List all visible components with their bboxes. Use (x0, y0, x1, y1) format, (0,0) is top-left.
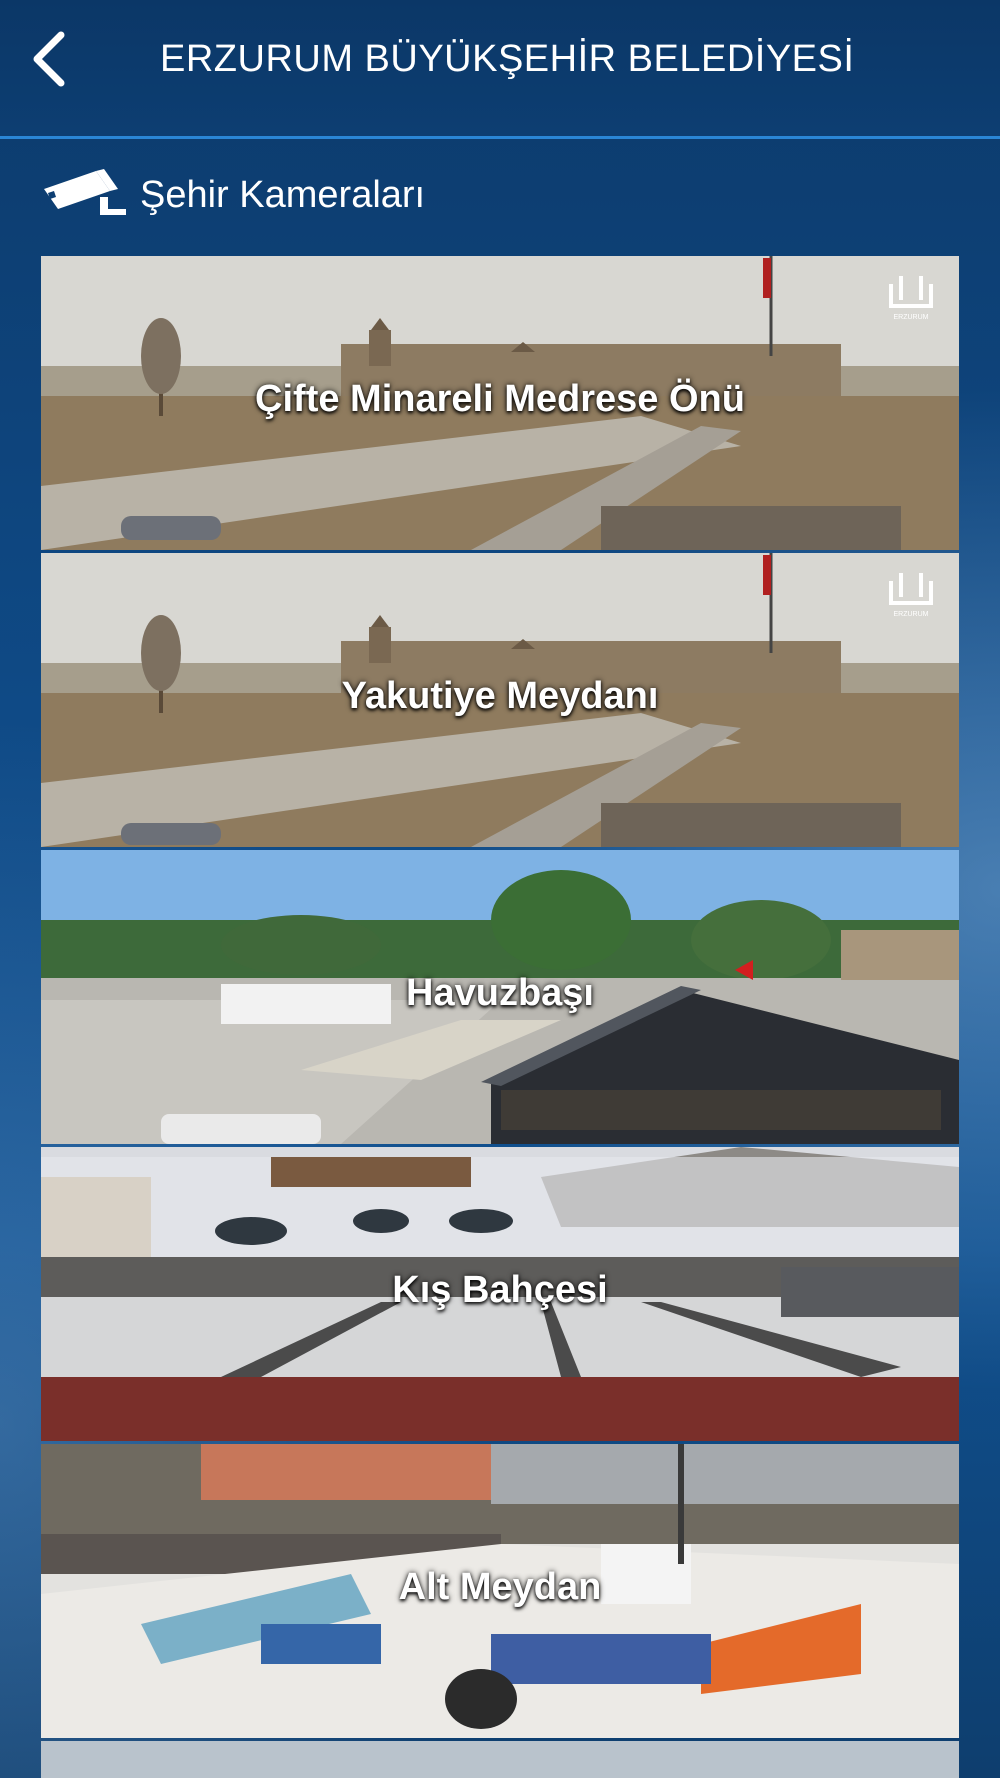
chevron-left-icon (33, 31, 65, 87)
camera-label: Havuzbaşı (406, 972, 594, 1014)
erzurum-logo-icon: ERZURUM (889, 276, 933, 321)
section-title: Şehir Kameraları (140, 173, 426, 216)
next-camera-tile-partial[interactable] (41, 1741, 959, 1778)
camera-label: Yakutiye Meydanı (341, 675, 659, 717)
page-title: ERZURUM BÜYÜKŞEHİR BELEDİYESİ (160, 38, 855, 80)
camera-tile-havuzbasi[interactable]: Havuzbaşı (41, 850, 959, 1144)
camera-label: Alt Meydan (398, 1566, 602, 1608)
security-camera-icon (44, 169, 126, 215)
camera-label: Çifte Minareli Medrese Önü (255, 378, 745, 420)
erzurum-logo-icon: ERZURUM (889, 573, 933, 618)
camera-tile-kis-bahcesi[interactable]: Kış Bahçesi (41, 1147, 959, 1441)
camera-label: Kış Bahçesi (392, 1269, 608, 1311)
top-bar: ERZURUM BÜYÜKŞEHİR BELEDİYESİ (0, 0, 1000, 139)
logo-text: ERZURUM (894, 314, 929, 321)
camera-tile-yakutiye[interactable]: ERZURUM Yakutiye Meydanı (41, 553, 959, 847)
logo-text: ERZURUM (894, 611, 929, 618)
camera-tile-alt-meydan[interactable]: Alt Meydan (41, 1444, 959, 1738)
camera-tile-cifte-minareli[interactable]: ERZURUM Çifte Minareli Medrese Önü (41, 256, 959, 550)
back-button[interactable] (14, 24, 84, 94)
camera-list[interactable]: ERZURUM Çifte Minareli Medrese Önü ERZUR… (41, 256, 959, 1778)
section-header: Şehir Kameraları (40, 160, 425, 230)
